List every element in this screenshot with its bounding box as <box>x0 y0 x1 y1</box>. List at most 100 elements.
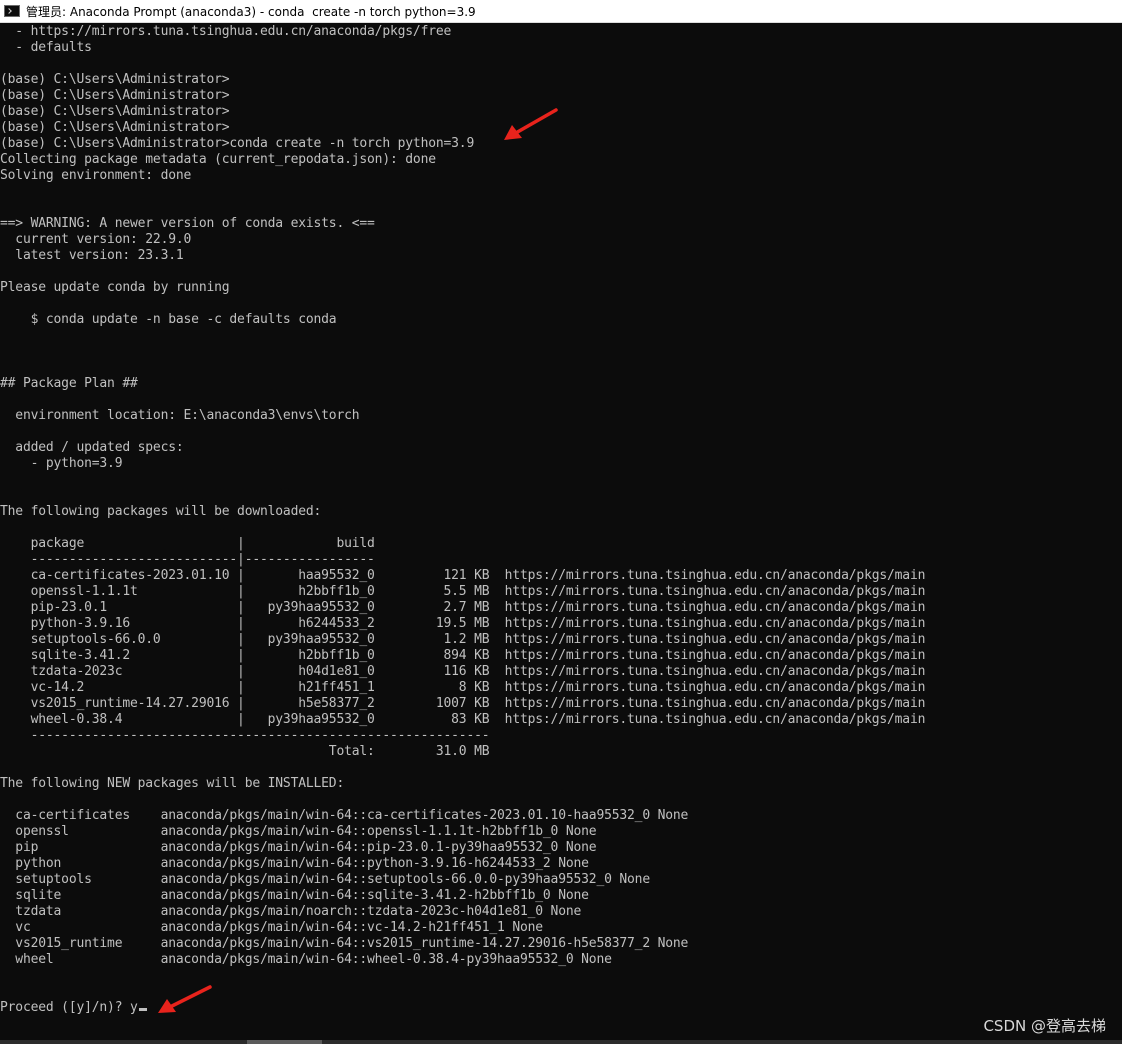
console-line: vs2015_runtime-14.27.29016 | h5e58377_2 … <box>0 696 926 712</box>
console-line-text: Collecting package metadata (current_rep… <box>0 152 436 167</box>
watermark: CSDN @登高去梯 <box>983 1017 1106 1035</box>
console-line-text: ca-certificates anaconda/pkgs/main/win-6… <box>0 808 689 823</box>
console-line-text: (base) C:\Users\Administrator> <box>0 120 230 135</box>
console-line: ca-certificates anaconda/pkgs/main/win-6… <box>0 808 688 824</box>
terminal-icon <box>4 5 20 17</box>
console-line: (base) C:\Users\Administrator>conda crea… <box>0 136 474 152</box>
console-line-text: python anaconda/pkgs/main/win-64::python… <box>0 856 589 871</box>
console-line: sqlite anaconda/pkgs/main/win-64::sqlite… <box>0 888 589 904</box>
console-line-text: environment location: E:\anaconda3\envs\… <box>0 408 360 423</box>
console-line-text: ----------------------------------------… <box>0 728 490 743</box>
console-line: Please update conda by running <box>0 280 230 296</box>
console-line: ----------------------------------------… <box>0 728 490 744</box>
annotation-arrow-command <box>504 108 558 140</box>
console-line-text: The following NEW packages will be INSTA… <box>0 776 345 791</box>
console-line-text: Please update conda by running <box>0 280 230 295</box>
window-title: 管理员: Anaconda Prompt (anaconda3) - conda… <box>26 4 476 19</box>
console-line: vs2015_runtime anaconda/pkgs/main/win-64… <box>0 936 688 952</box>
console-line-text: tzdata anaconda/pkgs/main/noarch::tzdata… <box>0 904 582 919</box>
console-line-text: Proceed ([y]/n)? y <box>0 1000 138 1015</box>
console-line: vc anaconda/pkgs/main/win-64::vc-14.2-h2… <box>0 920 543 936</box>
console-line-text: sqlite-3.41.2 | h2bbff1b_0 894 KB https:… <box>0 648 926 663</box>
console-line-text: The following packages will be downloade… <box>0 504 322 519</box>
console-line-text: added / updated specs: <box>0 440 184 455</box>
title-bar[interactable]: 管理员: Anaconda Prompt (anaconda3) - conda… <box>0 0 1122 23</box>
console-line: added / updated specs: <box>0 440 184 456</box>
console-line-text: pip anaconda/pkgs/main/win-64::pip-23.0.… <box>0 840 597 855</box>
console-line: Total: 31.0 MB <box>0 744 490 760</box>
console-line-text: vc anaconda/pkgs/main/win-64::vc-14.2-h2… <box>0 920 543 935</box>
console-line: openssl anaconda/pkgs/main/win-64::opens… <box>0 824 596 840</box>
console-line: The following packages will be downloade… <box>0 504 321 520</box>
annotation-arrow-prompt <box>158 985 212 1013</box>
console-line: latest version: 23.3.1 <box>0 248 184 264</box>
console-line: - defaults <box>0 40 92 56</box>
console-line: (base) C:\Users\Administrator> <box>0 120 230 136</box>
console-line-text: ca-certificates-2023.01.10 | haa95532_0 … <box>0 568 926 583</box>
console-line: setuptools-66.0.0 | py39haa95532_0 1.2 M… <box>0 632 926 648</box>
console-line: ## Package Plan ## <box>0 376 138 392</box>
console-line-text: openssl-1.1.1t | h2bbff1b_0 5.5 MB https… <box>0 584 926 599</box>
console-line-text: latest version: 23.3.1 <box>0 248 184 263</box>
console-line: tzdata anaconda/pkgs/main/noarch::tzdata… <box>0 904 581 920</box>
console-line: vc-14.2 | h21ff451_1 8 KB https://mirror… <box>0 680 926 696</box>
console-line-text: (base) C:\Users\Administrator>conda crea… <box>0 136 475 151</box>
console-line: (base) C:\Users\Administrator> <box>0 104 230 120</box>
console-line: - python=3.9 <box>0 456 123 472</box>
console-line-text: ---------------------------|------------… <box>0 552 375 567</box>
console-line: (base) C:\Users\Administrator> <box>0 72 230 88</box>
console-line: package | build <box>0 536 375 552</box>
console-line-text: ## Package Plan ## <box>0 376 138 391</box>
console-line-text: (base) C:\Users\Administrator> <box>0 72 230 87</box>
console-line-text: - defaults <box>0 40 92 55</box>
console-line-text: openssl anaconda/pkgs/main/win-64::opens… <box>0 824 597 839</box>
console-line: tzdata-2023c | h04d1e81_0 116 KB https:/… <box>0 664 926 680</box>
arrow-shaft <box>168 985 212 1009</box>
console-line: (base) C:\Users\Administrator> <box>0 88 230 104</box>
console-line-text: - https://mirrors.tuna.tsinghua.edu.cn/a… <box>0 24 452 39</box>
console-line: setuptools anaconda/pkgs/main/win-64::se… <box>0 872 650 888</box>
console-line: ca-certificates-2023.01.10 | haa95532_0 … <box>0 568 926 584</box>
console-line-text: $ conda update -n base -c defaults conda <box>0 312 337 327</box>
console-line-text: tzdata-2023c | h04d1e81_0 116 KB https:/… <box>0 664 926 679</box>
console-line: current version: 22.9.0 <box>0 232 191 248</box>
console-line-text: setuptools-66.0.0 | py39haa95532_0 1.2 M… <box>0 632 926 647</box>
console-line-text: current version: 22.9.0 <box>0 232 192 247</box>
console-line-text: vc-14.2 | h21ff451_1 8 KB https://mirror… <box>0 680 926 695</box>
arrow-shaft <box>512 108 558 136</box>
console-line-text: (base) C:\Users\Administrator> <box>0 104 230 119</box>
console-line-text: package | build <box>0 536 375 551</box>
console-line: Collecting package metadata (current_rep… <box>0 152 436 168</box>
console-output[interactable]: - https://mirrors.tuna.tsinghua.edu.cn/a… <box>0 23 1122 1040</box>
text-cursor <box>138 1008 147 1011</box>
console-line: ---------------------------|------------… <box>0 552 375 568</box>
scrollbar-thumb[interactable] <box>247 1040 322 1044</box>
console-line-text: pip-23.0.1 | py39haa95532_0 2.7 MB https… <box>0 600 926 615</box>
console-line: openssl-1.1.1t | h2bbff1b_0 5.5 MB https… <box>0 584 926 600</box>
console-line: python-3.9.16 | h6244533_2 19.5 MB https… <box>0 616 926 632</box>
console-line-text: ==> WARNING: A newer version of conda ex… <box>0 216 375 231</box>
console-line: environment location: E:\anaconda3\envs\… <box>0 408 359 424</box>
console-line: python anaconda/pkgs/main/win-64::python… <box>0 856 589 872</box>
console-line-text: setuptools anaconda/pkgs/main/win-64::se… <box>0 872 650 887</box>
console-line-text: python-3.9.16 | h6244533_2 19.5 MB https… <box>0 616 926 631</box>
console-line-text: Solving environment: done <box>0 168 192 183</box>
console-line-text: Total: 31.0 MB <box>0 744 490 759</box>
console-line-text: wheel-0.38.4 | py39haa95532_0 83 KB http… <box>0 712 926 727</box>
console-line: wheel-0.38.4 | py39haa95532_0 83 KB http… <box>0 712 926 728</box>
console-line: The following NEW packages will be INSTA… <box>0 776 344 792</box>
console-line-text: wheel anaconda/pkgs/main/win-64::wheel-0… <box>0 952 612 967</box>
console-line: - https://mirrors.tuna.tsinghua.edu.cn/a… <box>0 24 451 40</box>
console-line-text: sqlite anaconda/pkgs/main/win-64::sqlite… <box>0 888 589 903</box>
console-line: $ conda update -n base -c defaults conda <box>0 312 337 328</box>
console-line-text: (base) C:\Users\Administrator> <box>0 88 230 103</box>
console-line: Proceed ([y]/n)? y <box>0 1000 147 1016</box>
console-line: pip-23.0.1 | py39haa95532_0 2.7 MB https… <box>0 600 926 616</box>
console-line-text: - python=3.9 <box>0 456 123 471</box>
console-line: pip anaconda/pkgs/main/win-64::pip-23.0.… <box>0 840 596 856</box>
console-line: Solving environment: done <box>0 168 191 184</box>
console-line: wheel anaconda/pkgs/main/win-64::wheel-0… <box>0 952 612 968</box>
console-line-text: vs2015_runtime anaconda/pkgs/main/win-64… <box>0 936 689 951</box>
horizontal-scrollbar[interactable] <box>0 1040 1122 1044</box>
console-line: ==> WARNING: A newer version of conda ex… <box>0 216 375 232</box>
